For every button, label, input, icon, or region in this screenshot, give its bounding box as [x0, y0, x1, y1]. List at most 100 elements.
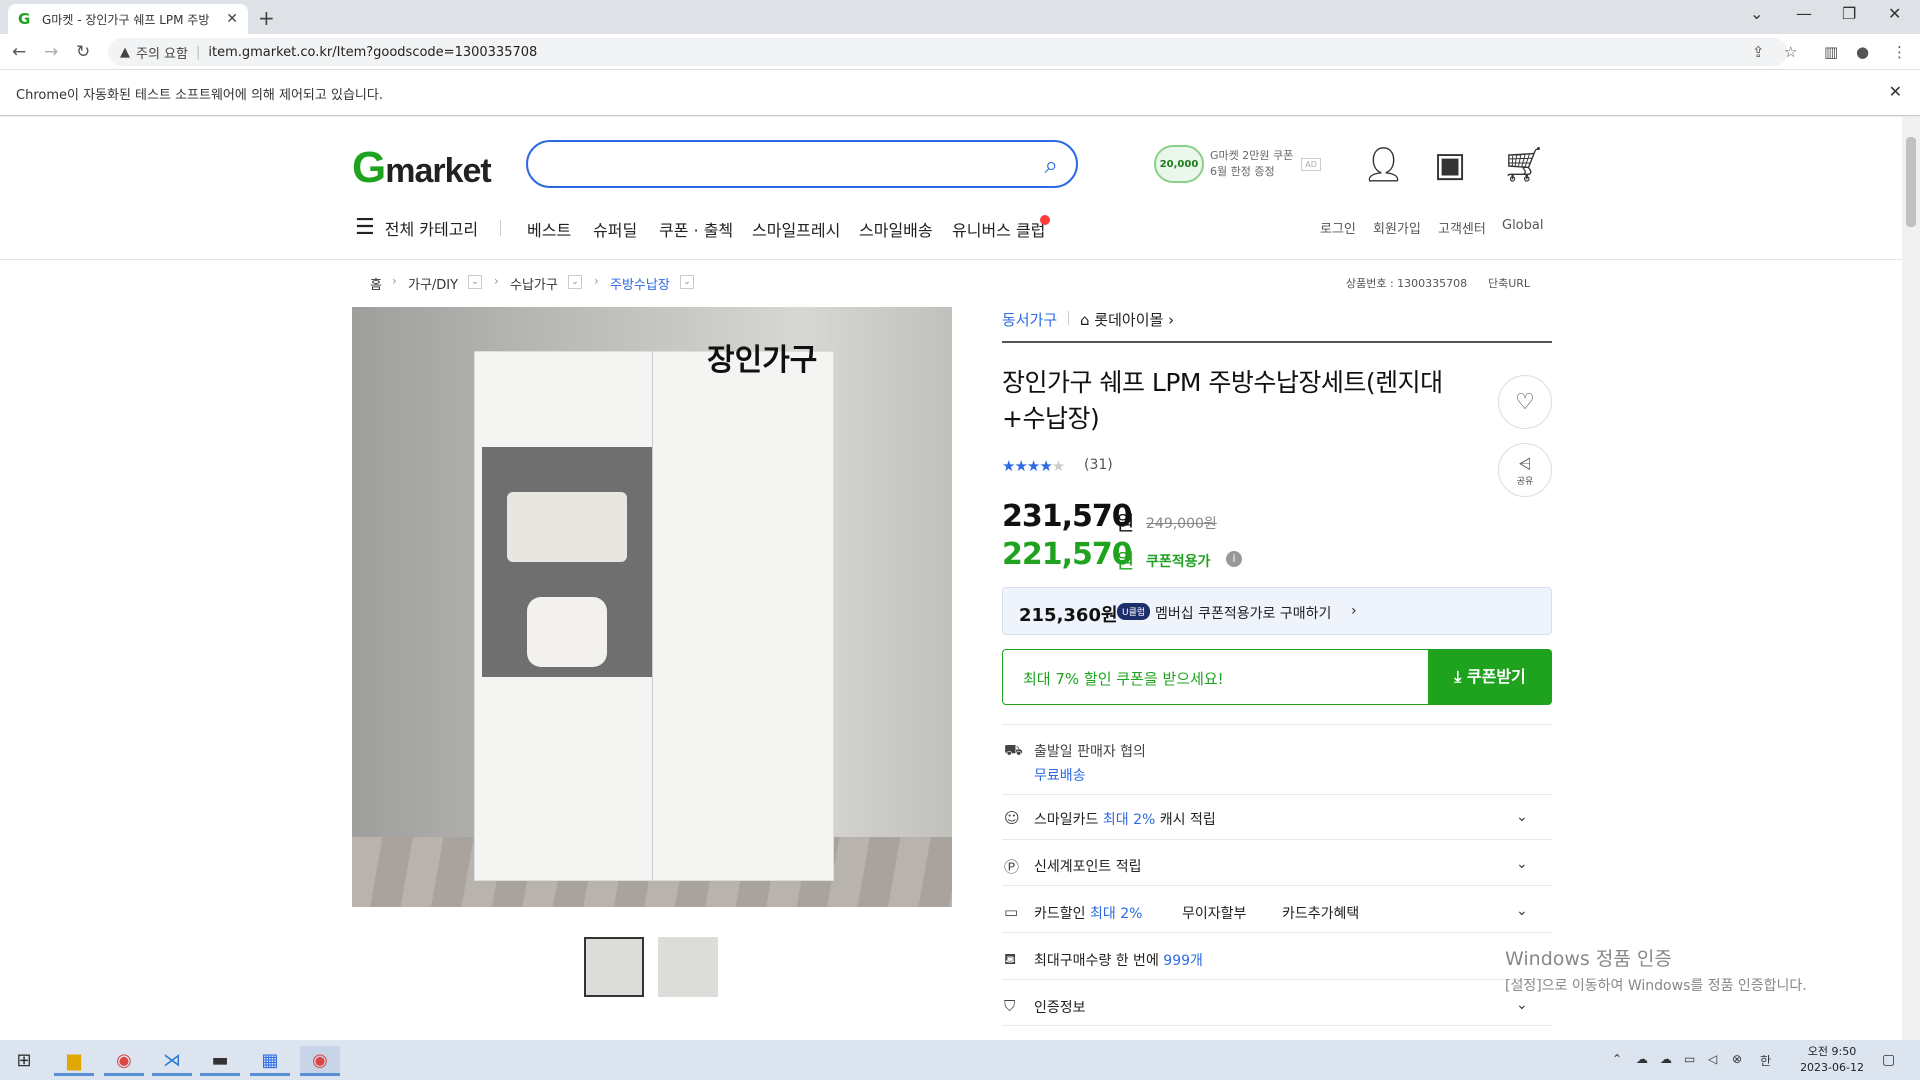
nav-smile-fresh[interactable]: 스마일프레시	[752, 217, 840, 241]
seller-link[interactable]: 동서가구	[1002, 309, 1057, 330]
vscode-icon[interactable]: ⋊	[152, 1046, 192, 1076]
shinsegae-point[interactable]: 신세계포인트 적립	[1034, 856, 1142, 876]
card-extra-benefit[interactable]: 카드추가혜택	[1282, 903, 1359, 923]
chrome-active-icon[interactable]: ◉	[300, 1046, 340, 1076]
hamburger-icon[interactable]: ☰	[355, 215, 375, 240]
get-coupon-button[interactable]: ⤓ 쿠폰받기	[1428, 649, 1552, 705]
info-icon[interactable]: i	[1226, 551, 1242, 567]
chevron-down-icon[interactable]: ⌄	[1516, 856, 1528, 872]
breadcrumb-storage[interactable]: 수납가구	[510, 274, 558, 293]
windows-activation-watermark: Windows 정품 인증 [설정]으로 이동하여 Windows를 정품 인증…	[1505, 944, 1807, 995]
divider	[1002, 1025, 1552, 1026]
breadcrumb-home[interactable]: 홈	[370, 274, 382, 293]
card-discount[interactable]: 카드할인 최대 2%	[1034, 903, 1142, 923]
warning-icon[interactable]: ▲	[120, 45, 130, 60]
profile-icon[interactable]: ●	[1856, 43, 1869, 61]
address-bar[interactable]: ▲ 주의 요함 | item.gmarket.co.kr/Item?goodsc…	[108, 38, 1788, 66]
automation-infobar: Chrome이 자동화된 테스트 소프트웨어에 의해 제어되고 있습니다. ✕	[0, 70, 1920, 116]
review-count[interactable]: (31)	[1084, 457, 1113, 473]
system-clock[interactable]: 오전 9:50 2023-06-12	[1800, 1044, 1864, 1076]
nav-coupon[interactable]: 쿠폰 · 출첵	[659, 217, 733, 241]
cloud-icon[interactable]: ☁	[1660, 1052, 1672, 1066]
network-icon[interactable]: ▭	[1684, 1052, 1695, 1066]
nav-smile-delivery[interactable]: 스마일배송	[859, 217, 933, 241]
recent-items-icon[interactable]: ▣	[1434, 145, 1466, 185]
divider	[1002, 885, 1552, 886]
gmarket-logo[interactable]: Gmarket	[352, 143, 492, 193]
python-app-icon[interactable]: ▦	[250, 1046, 290, 1076]
certification-info[interactable]: 인증정보	[1034, 997, 1086, 1017]
browser-tab-strip: G G마켓 - 장인가구 쉐프 LPM 주방 ✕ + ⌄ — ❐ ✕	[0, 0, 1920, 34]
dropdown-icon[interactable]: ⌄	[680, 275, 694, 289]
product-main-image[interactable]: 장인가구	[352, 307, 952, 907]
search-input[interactable]: ⌕	[526, 140, 1078, 188]
divider	[500, 219, 502, 236]
heart-icon: ♡	[1515, 390, 1535, 415]
tray-overflow-icon[interactable]: ⌃	[1612, 1052, 1622, 1066]
thumbnail-2[interactable]	[658, 937, 718, 997]
promo-banner[interactable]: 20,000 G마켓 2만원 쿠폰 6월 한정 증정 AD	[1154, 145, 1321, 183]
chevron-down-icon[interactable]: ⌄	[1516, 997, 1528, 1013]
my-page-icon[interactable]: 👤︎	[1362, 145, 1405, 185]
short-url-button[interactable]: 단축URL	[1488, 275, 1530, 291]
member-cta: 멤버십 쿠폰적용가로 구매하기	[1155, 606, 1332, 622]
tab-search-icon[interactable]: ⌄	[1750, 4, 1763, 23]
file-explorer-icon[interactable]: ▆	[54, 1046, 94, 1076]
customer-center-link[interactable]: 고객센터	[1438, 218, 1486, 237]
new-tab-button[interactable]: +	[258, 6, 275, 30]
close-tab-icon[interactable]: ✕	[226, 11, 238, 27]
breadcrumb-kitchen-storage[interactable]: 주방수납장	[610, 274, 670, 293]
interest-free-installment[interactable]: 무이자할부	[1182, 903, 1246, 923]
coupon-price: 221,570	[1002, 537, 1133, 572]
forward-icon[interactable]: →	[44, 42, 58, 62]
chrome-icon[interactable]: ◉	[104, 1046, 144, 1076]
browser-tab[interactable]: G G마켓 - 장인가구 쉐프 LPM 주방 ✕	[8, 4, 248, 34]
back-icon[interactable]: ←	[12, 42, 26, 62]
bookmark-star-icon[interactable]: ☆	[1784, 43, 1797, 61]
nav-best[interactable]: 베스트	[527, 217, 571, 241]
volume-icon[interactable]: ◁	[1708, 1052, 1717, 1066]
chevron-down-icon[interactable]: ⌄	[1516, 809, 1528, 825]
restore-button[interactable]: ❐	[1842, 4, 1856, 23]
nav-universe-club[interactable]: 유니버스 클럽	[952, 217, 1045, 241]
dropdown-icon[interactable]: ⌄	[468, 275, 482, 289]
scrollbar-thumb[interactable]	[1906, 137, 1916, 227]
nav-superdeal[interactable]: 슈퍼딜	[593, 217, 637, 241]
category-menu[interactable]: ☰ 전체 카테고리	[355, 215, 523, 240]
store-link[interactable]: ⌂ 롯데아이몰 ›	[1080, 309, 1174, 330]
onedrive-icon[interactable]: ☁	[1636, 1052, 1648, 1066]
all-categories-label[interactable]: 전체 카테고리	[385, 216, 478, 240]
reload-icon[interactable]: ↻	[76, 42, 90, 62]
login-link[interactable]: 로그인	[1320, 218, 1356, 237]
search-icon[interactable]: ⌕	[1045, 151, 1058, 179]
dropdown-icon[interactable]: ⌄	[568, 275, 582, 289]
share-button[interactable]: ⩤ 공유	[1498, 443, 1552, 497]
url-text[interactable]: item.gmarket.co.kr/Item?goodscode=130033…	[208, 45, 537, 60]
cabinet-divider	[652, 351, 653, 881]
close-infobar-icon[interactable]: ✕	[1889, 82, 1902, 101]
ime-indicator[interactable]: 한	[1760, 1052, 1771, 1069]
mute-icon[interactable]: ⊗	[1732, 1052, 1742, 1066]
side-panel-icon[interactable]: ▥	[1824, 43, 1838, 61]
close-window-button[interactable]: ✕	[1888, 4, 1901, 23]
membership-price-banner[interactable]: 215,360원 U클럽 멤버십 쿠폰적용가로 구매하기 ›	[1002, 587, 1552, 635]
wishlist-heart-button[interactable]: ♡	[1498, 375, 1552, 429]
windows-start-icon[interactable]: ⊞	[4, 1046, 44, 1076]
page-scrollbar[interactable]	[1902, 117, 1920, 1040]
cart-icon[interactable]: 🛒︎	[1502, 145, 1545, 185]
notification-icon[interactable]: ▢	[1882, 1052, 1895, 1068]
global-dropdown[interactable]: Global	[1502, 218, 1543, 233]
menu-kebab-icon[interactable]: ⋮	[1892, 43, 1907, 61]
windows-taskbar: ⊞ ▆ ◉ ⋊ ▬ ▦ ◉ ⌃ ☁ ☁ ▭ ◁ ⊗ 한 오전 9:50 2023…	[0, 1040, 1920, 1080]
minimize-button[interactable]: —	[1796, 4, 1812, 23]
signup-link[interactable]: 회원가입	[1373, 218, 1421, 237]
terminal-icon[interactable]: ▬	[200, 1046, 240, 1076]
share-page-icon[interactable]: ⇪	[1752, 43, 1765, 61]
brand-watermark: 장인가구	[707, 344, 818, 377]
security-label[interactable]: 주의 요함	[136, 43, 188, 62]
chevron-down-icon[interactable]: ⌄	[1516, 903, 1528, 919]
smile-card-benefit[interactable]: 스마일카드 최대 2% 캐시 적립	[1034, 809, 1216, 829]
breadcrumb-furniture[interactable]: 가구/DIY	[408, 274, 458, 293]
star-rating[interactable]: ★★★★★	[1002, 457, 1065, 475]
thumbnail-1[interactable]	[584, 937, 644, 997]
